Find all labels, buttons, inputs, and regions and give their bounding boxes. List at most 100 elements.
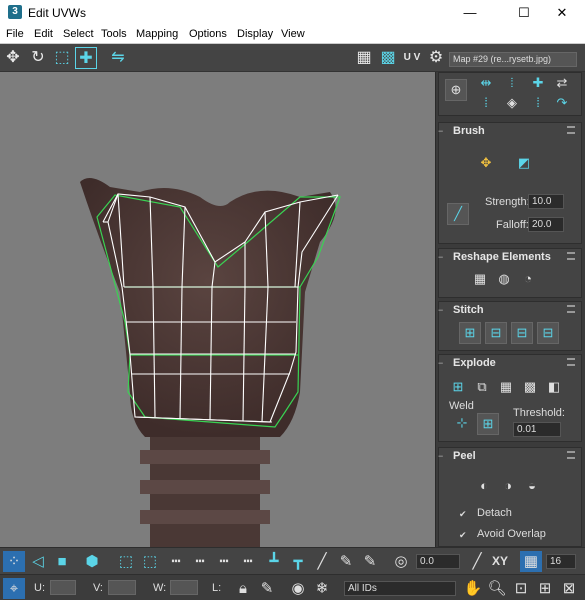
collapse-icon[interactable]: − xyxy=(438,451,443,461)
select-region-icon[interactable]: ⬚ xyxy=(115,551,137,572)
collapse-icon[interactable]: − xyxy=(438,305,443,315)
zoom-icon[interactable]: 🔍︎ xyxy=(486,578,508,599)
paint-bucket-icon[interactable]: ✎ xyxy=(256,578,278,599)
zoom-region-icon[interactable]: ⊡ xyxy=(510,578,532,599)
section-menu-icon[interactable] xyxy=(567,252,575,260)
detach-checkbox[interactable]: ✔ xyxy=(459,509,469,519)
rotate-selection-icon[interactable]: ◎ xyxy=(390,551,412,572)
face-mode-icon[interactable]: ■ xyxy=(51,551,73,572)
minimize-button[interactable]: — xyxy=(447,0,493,25)
freeze-icon[interactable]: ❄ xyxy=(311,578,333,599)
scale-icon[interactable]: ⬚ xyxy=(51,47,73,69)
strength-field[interactable]: 10.0 xyxy=(528,194,564,209)
rotate-90-icon[interactable]: ↷ xyxy=(551,93,573,115)
relax-brush-icon[interactable]: ◩ xyxy=(513,153,535,175)
stitch-to-target-icon[interactable]: ⊟ xyxy=(537,322,559,344)
v-field[interactable] xyxy=(108,580,136,595)
detach-edge-icon[interactable]: ⧉ xyxy=(471,377,493,399)
move-icon[interactable]: ✥ xyxy=(2,47,24,69)
flatten-icon[interactable]: ▦ xyxy=(495,377,517,399)
snap-align-icon[interactable]: ┻ xyxy=(263,551,285,572)
w-field[interactable] xyxy=(170,580,198,595)
align-vertical-icon[interactable]: ⦙ xyxy=(501,73,523,95)
rotate-icon[interactable]: ↻ xyxy=(27,47,49,69)
absolute-mode-icon[interactable]: ⌖ xyxy=(3,578,25,599)
section-menu-icon[interactable] xyxy=(567,358,575,366)
xy-toggle[interactable]: XY xyxy=(488,551,512,572)
line-tool-icon[interactable]: ╱ xyxy=(311,551,333,572)
paint-select-icon[interactable]: ⬚ xyxy=(139,551,161,572)
menu-select[interactable]: Select xyxy=(63,28,94,40)
checker-icon[interactable]: ▦ xyxy=(353,47,375,69)
stitch-average-icon[interactable]: ⊟ xyxy=(511,322,533,344)
texture-icon[interactable]: ▩ xyxy=(377,47,399,69)
menu-mapping[interactable]: Mapping xyxy=(136,28,178,40)
eye-icon[interactable]: ◉ xyxy=(287,578,309,599)
align-horizontal-icon[interactable]: ⇹ xyxy=(475,73,497,95)
space-vertical-icon[interactable]: ⁞ xyxy=(527,93,549,115)
ring-select-icon[interactable]: ┅ xyxy=(189,551,211,572)
align-cross-icon[interactable]: ✚ xyxy=(527,73,549,95)
uv-canvas[interactable] xyxy=(0,72,435,547)
weld-target-icon[interactable]: ⊞ xyxy=(477,413,499,435)
threshold-field[interactable]: 0.01 xyxy=(513,422,561,437)
flatten-by-material-icon[interactable]: ▩ xyxy=(519,377,541,399)
shrink-select-icon[interactable]: ┅ xyxy=(237,551,259,572)
gear-icon[interactable]: ⚙ xyxy=(425,47,447,69)
align-edges-icon[interactable]: ┳ xyxy=(287,551,309,572)
collapse-icon[interactable]: − xyxy=(438,358,443,368)
sketch-icon[interactable]: ✎ xyxy=(335,551,357,572)
weld-selected-icon[interactable]: ⊹ xyxy=(451,413,473,435)
menu-tools[interactable]: Tools xyxy=(101,28,127,40)
element-mode-icon[interactable]: ⬢ xyxy=(81,551,103,572)
brush-line-icon[interactable]: ╱ xyxy=(447,203,469,225)
quick-transform-icon[interactable]: ⊕ xyxy=(445,79,467,101)
falloff-field[interactable]: 20.0 xyxy=(528,217,564,232)
avoid-overlap-checkbox[interactable]: ✔ xyxy=(459,530,469,540)
peel-mode-icon[interactable]: ◑ xyxy=(497,476,519,498)
pan-icon[interactable]: ✋ xyxy=(462,578,484,599)
lock-icon[interactable]: 🔒︎ xyxy=(232,578,254,599)
relax-settings-icon[interactable]: ◔ xyxy=(517,269,539,291)
vertex-mode-icon[interactable]: ⁘ xyxy=(3,551,25,572)
flatten-by-smoothing-icon[interactable]: ◧ xyxy=(543,377,565,399)
menu-view[interactable]: View xyxy=(281,28,305,40)
collapse-icon[interactable]: − xyxy=(438,126,443,136)
menu-options[interactable]: Options xyxy=(189,28,227,40)
paint-move-icon[interactable]: ✥ xyxy=(475,153,497,175)
grid-snap-icon[interactable]: ▦ xyxy=(520,551,542,572)
section-menu-icon[interactable] xyxy=(567,126,575,134)
zoom-extents-icon[interactable]: ⊞ xyxy=(534,578,556,599)
edge-mode-icon[interactable]: ◁ xyxy=(27,551,49,572)
u-field[interactable] xyxy=(50,580,76,595)
relax-icon[interactable]: ◍ xyxy=(493,269,515,291)
stitch-custom-icon[interactable]: ⊞ xyxy=(459,322,481,344)
paint-icon[interactable]: ✎ xyxy=(359,551,381,572)
map-dropdown[interactable]: Map #29 (re...rysetb.jpg) xyxy=(449,52,577,67)
uv-toggle[interactable]: U V xyxy=(401,47,423,69)
stitch-to-source-icon[interactable]: ⊟ xyxy=(485,322,507,344)
mirror-icon[interactable]: ⇋ xyxy=(107,47,129,69)
close-button[interactable]: ✕ xyxy=(539,0,585,25)
menu-edit[interactable]: Edit xyxy=(34,28,53,40)
menu-display[interactable]: Display xyxy=(237,28,273,40)
snap-line-icon[interactable]: ╱ xyxy=(466,551,488,572)
distribute-icon[interactable]: ◈ xyxy=(501,93,523,115)
section-menu-icon[interactable] xyxy=(567,451,575,459)
section-menu-icon[interactable] xyxy=(567,305,575,313)
straighten-icon[interactable]: ▦ xyxy=(469,269,491,291)
id-filter-dropdown[interactable]: All IDs xyxy=(344,581,456,596)
quick-peel-icon[interactable]: ◐ xyxy=(473,476,495,498)
loop-select-icon[interactable]: ┅ xyxy=(165,551,187,572)
break-icon[interactable]: ⊞ xyxy=(447,377,469,399)
grow-select-icon[interactable]: ┅ xyxy=(213,551,235,572)
space-horizontal-icon[interactable]: ⁞ xyxy=(475,93,497,115)
menu-file[interactable]: File xyxy=(6,28,24,40)
freeform-icon[interactable]: ✚ xyxy=(75,47,97,69)
grid-size-field[interactable]: 16 xyxy=(546,554,576,569)
uv-viewport[interactable] xyxy=(0,72,435,547)
zoom-selected-icon[interactable]: ⊠ xyxy=(558,578,580,599)
collapse-icon[interactable]: − xyxy=(438,252,443,262)
angle-field[interactable]: 0.0 xyxy=(416,554,460,569)
flip-icon[interactable]: ⇄ xyxy=(551,73,573,95)
